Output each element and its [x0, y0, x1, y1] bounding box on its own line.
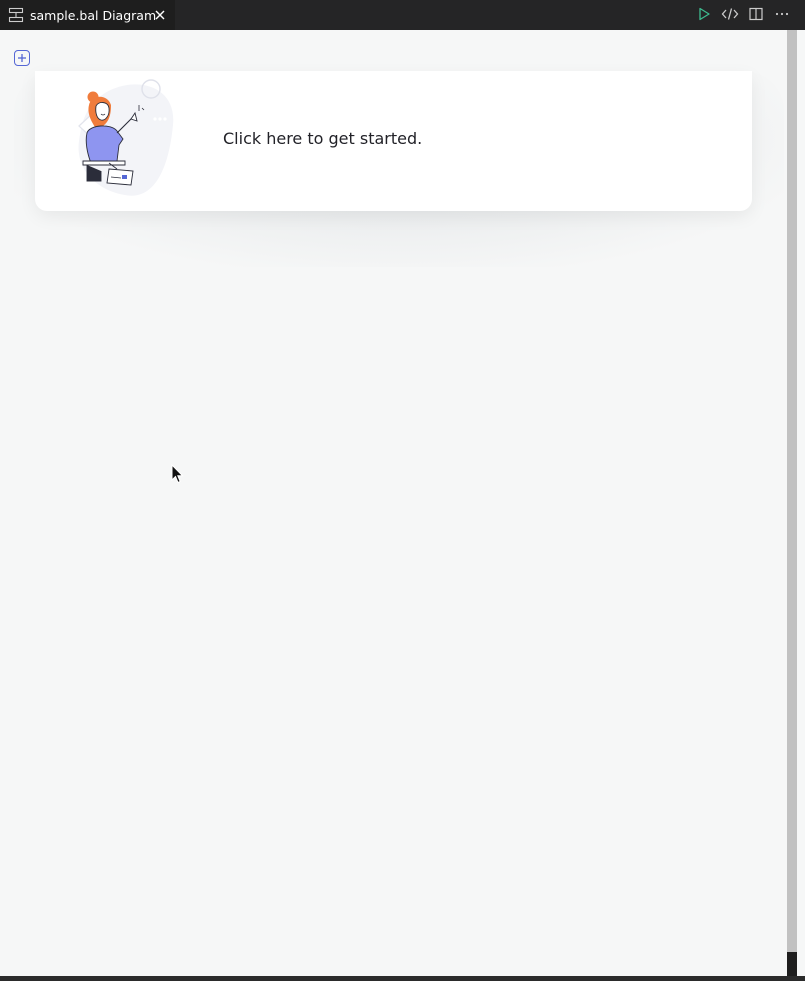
diagram-icon — [8, 7, 24, 23]
close-icon[interactable] — [152, 7, 168, 23]
mouse-cursor-icon — [171, 463, 185, 486]
plus-square-icon[interactable] — [14, 50, 30, 66]
scrollbar-track — [797, 30, 805, 976]
tab-sample-bal-diagram[interactable]: sample.bal Diagram — [0, 0, 175, 30]
split-editor-icon[interactable] — [747, 5, 765, 23]
bottom-border — [0, 976, 805, 981]
get-started-text[interactable]: Click here to get started. — [223, 129, 422, 148]
tab-title: sample.bal Diagram — [30, 7, 157, 23]
editor-tab-bar: sample.bal Diagram — [0, 0, 805, 30]
vertical-scrollbar[interactable] — [787, 30, 797, 952]
editor-actions — [695, 5, 791, 23]
code-icon[interactable] — [721, 5, 739, 23]
more-icon[interactable] — [773, 5, 791, 23]
run-icon[interactable] — [695, 5, 713, 23]
person-pointing-illustration — [65, 75, 180, 197]
get-started-card[interactable]: Click here to get started. — [35, 71, 752, 211]
